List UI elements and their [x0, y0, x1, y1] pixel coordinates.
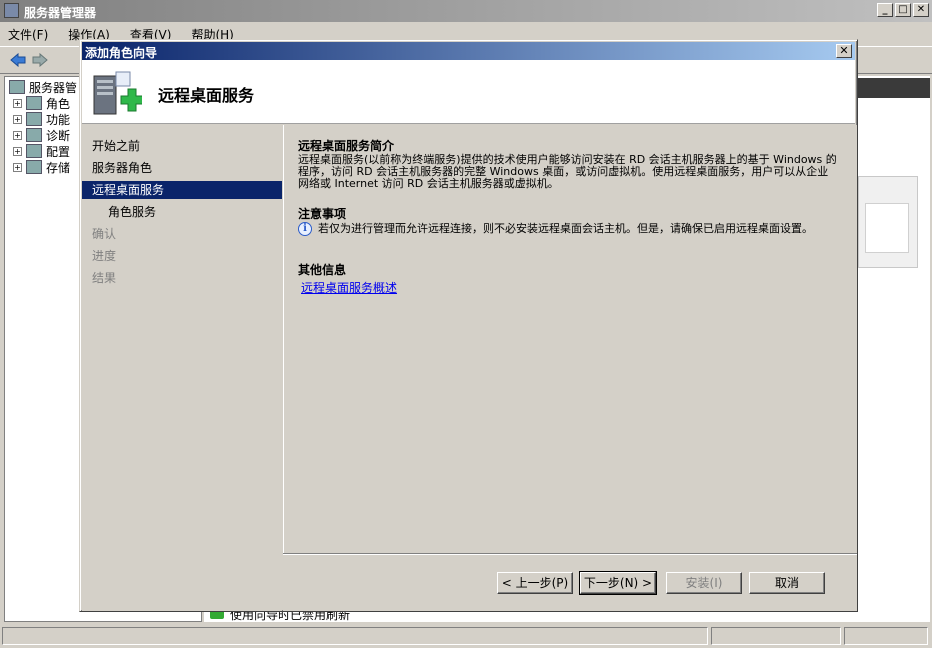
maximize-button[interactable]: □: [895, 3, 911, 17]
tree-item-configuration[interactable]: + 配置: [13, 143, 70, 159]
status-segment: [844, 627, 928, 645]
expand-icon[interactable]: +: [13, 146, 22, 156]
cancel-button[interactable]: 取消: [749, 572, 825, 594]
dialog-header-title: 远程桌面服务: [158, 86, 255, 105]
main-window-titlebar: 服务器管理器 _ □ ✕: [0, 0, 932, 22]
previous-button[interactable]: < 上一步(P): [497, 572, 573, 594]
menu-file[interactable]: 文件(F): [8, 26, 48, 44]
add-roles-wizard-dialog: 添加角色向导 ✕ 远程桌面服务 开始之前 服务器角色 远程桌面服务 角色服务 确…: [79, 39, 858, 612]
details-header-band: [858, 78, 930, 98]
dialog-title: 添加角色向导: [85, 46, 158, 60]
tree-item-diagnostics[interactable]: + 诊断: [13, 127, 70, 143]
nav-before-you-begin[interactable]: 开始之前: [92, 137, 140, 155]
nav-results: 结果: [92, 271, 117, 285]
note-text: 若仅为进行管理而允许远程连接，则不必安装远程桌面会话主机。但是，请确保已启用远程…: [318, 222, 813, 235]
intro-text: 远程桌面服务(以前称为终端服务)提供的技术使用户能够访问安装在 RD 会话主机服…: [298, 153, 837, 190]
expand-icon[interactable]: +: [13, 98, 22, 108]
minimize-button[interactable]: _: [877, 3, 893, 17]
install-button: 安装(I): [666, 572, 742, 594]
tree-item-label: 诊断: [46, 128, 71, 143]
tree-item-label: 配置: [46, 144, 71, 159]
storage-icon: [26, 160, 42, 174]
status-segment: [711, 627, 841, 645]
wizard-footer: < 上一步(P) 下一步(N) > 安装(I) 取消: [283, 554, 857, 611]
notes-heading: 注意事项: [298, 207, 347, 221]
tree-root-label: 服务器管: [29, 80, 78, 95]
diagnostics-icon: [26, 128, 42, 142]
configuration-icon: [26, 144, 42, 158]
details-inner-box: [865, 203, 909, 253]
back-arrow-icon[interactable]: [10, 53, 26, 67]
server-manager-icon: [4, 3, 19, 18]
nav-server-roles[interactable]: 服务器角色: [92, 159, 152, 177]
intro-heading: 远程桌面服务简介: [298, 139, 395, 153]
wizard-nav-pane: 开始之前 服务器角色 远程桌面服务 角色服务 确认 进度 结果: [82, 125, 282, 611]
forward-arrow-icon[interactable]: [32, 53, 48, 67]
dialog-close-button[interactable]: ✕: [836, 44, 852, 58]
dialog-titlebar: 添加角色向导 ✕: [82, 42, 855, 60]
rds-overview-link[interactable]: 远程桌面服务概述: [301, 279, 397, 296]
nav-progress: 进度: [92, 249, 117, 263]
expand-icon[interactable]: +: [13, 114, 22, 124]
status-bar: [0, 624, 932, 648]
close-button[interactable]: ✕: [913, 3, 929, 17]
details-pane: [858, 76, 930, 622]
tree-item-storage[interactable]: + 存储: [13, 159, 70, 175]
status-segment: [2, 627, 708, 645]
dialog-header: 远程桌面服务: [82, 60, 855, 124]
more-info-heading: 其他信息: [298, 263, 347, 277]
next-button[interactable]: 下一步(N) >: [579, 571, 657, 595]
tree-root[interactable]: 服务器管: [9, 79, 77, 95]
nav-confirmation: 确认: [92, 227, 117, 241]
nav-remote-desktop-services[interactable]: 远程桌面服务: [82, 181, 282, 199]
server-add-icon: [93, 71, 142, 115]
server-icon: [9, 80, 25, 94]
expand-icon[interactable]: +: [13, 162, 22, 172]
tree-item-features[interactable]: + 功能: [13, 111, 70, 127]
info-icon: i: [298, 222, 312, 236]
nav-role-services[interactable]: 角色服务: [108, 203, 156, 221]
main-window-title: 服务器管理器: [24, 6, 97, 20]
roles-icon: [26, 96, 42, 110]
expand-icon[interactable]: +: [13, 130, 22, 140]
features-icon: [26, 112, 42, 126]
tree-item-label: 功能: [46, 112, 71, 127]
details-box: [858, 176, 918, 268]
tree-item-label: 角色: [46, 96, 71, 111]
wizard-content: 远程桌面服务简介 远程桌面服务(以前称为终端服务)提供的技术使用户能够访问安装在…: [283, 125, 857, 553]
tree-item-label: 存储: [46, 160, 71, 175]
tree-item-roles[interactable]: + 角色: [13, 95, 70, 111]
